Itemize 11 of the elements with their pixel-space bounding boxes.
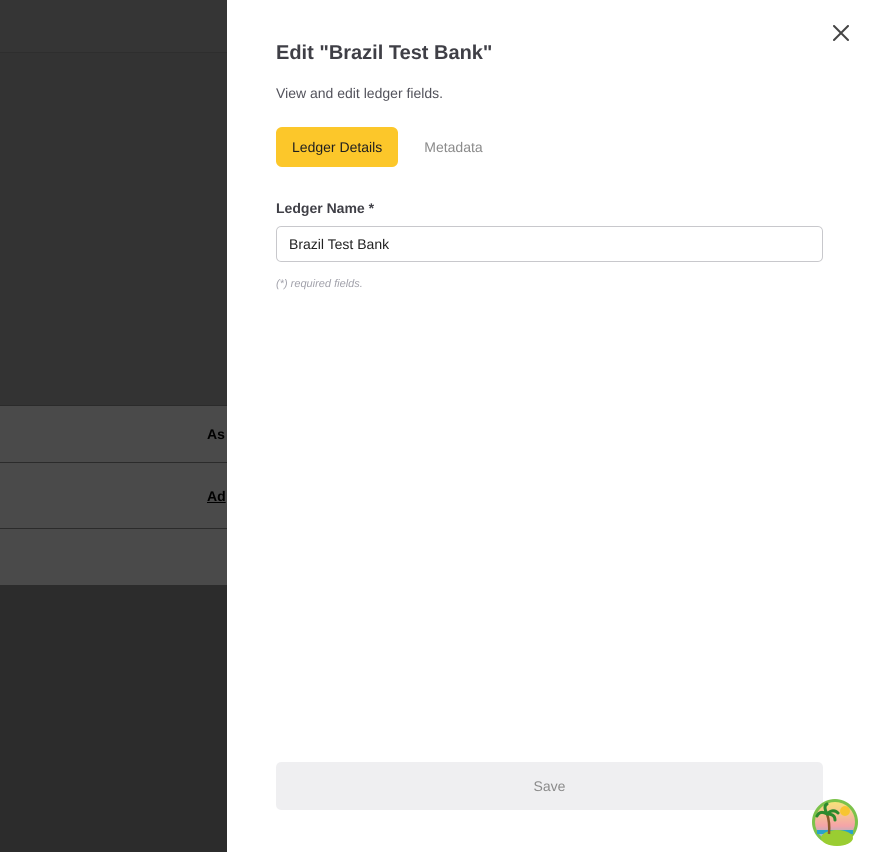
tab[interactable]: Ledger Details: [276, 127, 398, 167]
island-icon[interactable]: [811, 798, 859, 846]
close-icon[interactable]: [833, 25, 849, 41]
field-label: Ledger Name *: [276, 200, 376, 216]
drawer-subtitle: View and edit ledger fields.: [276, 85, 444, 101]
column-label: As: [207, 426, 225, 442]
tab[interactable]: Metadata: [408, 127, 499, 167]
link[interactable]: Ad: [207, 488, 226, 504]
required-note: (*) required fields.: [276, 278, 364, 290]
input-field[interactable]: Brazil Test Bank: [276, 226, 823, 262]
drawer-title: Edit "Brazil Test Bank": [276, 42, 492, 65]
